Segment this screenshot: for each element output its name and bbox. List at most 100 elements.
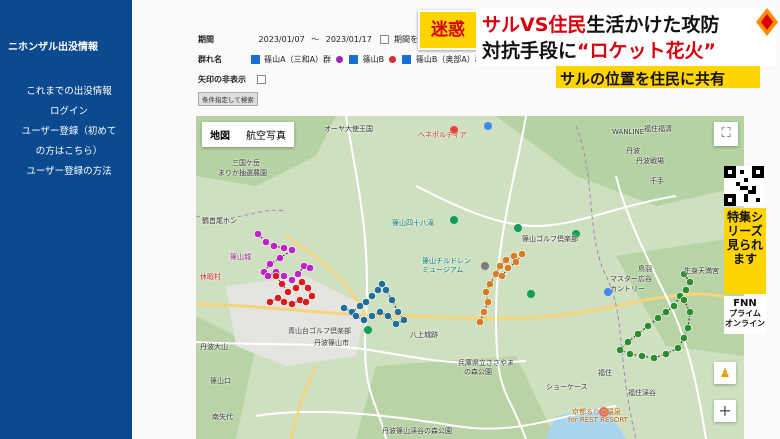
date-to-input[interactable]: 2023/01/17 bbox=[326, 35, 372, 44]
site-title: ニホンザル出没情報 bbox=[8, 42, 98, 53]
map-label: マスター広谷 bbox=[610, 275, 652, 283]
map-label: 福住渓谷 bbox=[628, 389, 656, 397]
sidebar-item-past-sightings[interactable]: これまでの出没情報 bbox=[6, 82, 132, 102]
sighting-marker bbox=[276, 254, 284, 262]
sighting-marker bbox=[362, 298, 370, 306]
map-label: 休暇村 bbox=[200, 273, 221, 281]
tab-satellite[interactable]: 航空写真 bbox=[238, 122, 294, 147]
tag-badge: 迷惑 bbox=[418, 10, 478, 50]
arrow-hide-checkbox[interactable] bbox=[256, 75, 266, 84]
zoom-in-button[interactable]: + bbox=[714, 400, 736, 422]
fnn-logo-line3: オンライン bbox=[725, 319, 765, 328]
map-label: 篠山城 bbox=[230, 253, 251, 261]
group-checkbox-a[interactable] bbox=[250, 55, 260, 64]
period-label: 期間 bbox=[198, 35, 214, 44]
sighting-marker bbox=[352, 312, 360, 320]
sighting-marker bbox=[482, 288, 490, 296]
sighting-marker bbox=[626, 350, 634, 358]
special-series-panel: 特集シリーズ 見られます bbox=[724, 208, 766, 294]
group-name-c: 篠山B（奥部A）群 bbox=[415, 55, 483, 64]
map-label: ミュージアム bbox=[422, 266, 464, 274]
map-label: 丹波戦場 bbox=[636, 157, 664, 165]
sighting-marker bbox=[280, 244, 288, 252]
sighting-marker bbox=[684, 324, 692, 332]
map-label: ショーケース bbox=[546, 383, 588, 391]
map-label: 生身天満宮 bbox=[684, 267, 719, 275]
map-label: 千手 bbox=[650, 177, 664, 185]
map-label: 鶴首尾ホン bbox=[202, 217, 237, 225]
sighting-marker bbox=[686, 278, 694, 286]
group-checkbox-b[interactable] bbox=[349, 55, 359, 64]
sighting-marker bbox=[368, 312, 376, 320]
sighting-marker bbox=[384, 312, 392, 320]
sighting-marker bbox=[254, 230, 262, 238]
sighting-marker bbox=[264, 272, 272, 280]
map-label: 南矢代 bbox=[212, 413, 233, 421]
qr-code-icon bbox=[724, 166, 764, 206]
sighting-marker bbox=[388, 296, 396, 304]
group-color-dot bbox=[335, 56, 343, 63]
sidebar-item-register[interactable]: ユーザー登録（初めて bbox=[6, 122, 132, 142]
special-series-text: 特集シリーズ bbox=[726, 210, 763, 238]
date-separator: 〜 bbox=[311, 35, 320, 44]
sighting-marker bbox=[368, 292, 376, 300]
tab-map[interactable]: 地図 bbox=[202, 122, 238, 147]
sighting-marker bbox=[270, 242, 278, 250]
sighting-marker bbox=[292, 284, 300, 292]
sighting-marker bbox=[680, 296, 688, 304]
map-label: 丹波 bbox=[626, 147, 640, 155]
period-checkbox[interactable] bbox=[380, 35, 390, 44]
group-name-a: 篠山A（三和A）群 bbox=[264, 55, 332, 64]
sighting-marker bbox=[480, 308, 488, 316]
map-panel[interactable]: 地図 航空写真 ⛶ ♟ + オーヤ大使王国 ヘネポルティア WANLINE 三国… bbox=[196, 116, 744, 439]
arrow-label: 矢印の非表示 bbox=[198, 75, 246, 84]
sighting-marker bbox=[308, 292, 316, 300]
map-label: 八上城跡 bbox=[410, 331, 438, 339]
map-label: ヘネポルティア bbox=[418, 131, 467, 139]
sidebar-item-register-howto[interactable]: ユーザー登録の方法 bbox=[6, 162, 132, 182]
date-from-input[interactable]: 2023/01/07 bbox=[259, 35, 305, 44]
sighting-marker bbox=[340, 304, 348, 312]
map-label: WANLINE bbox=[612, 128, 645, 136]
sighting-marker bbox=[360, 316, 368, 324]
sighting-marker bbox=[382, 286, 390, 294]
sighting-marker bbox=[484, 298, 492, 306]
map-label: 篠山ゴルフ倶楽部 bbox=[522, 235, 578, 243]
arrow-row: 矢印の非表示 bbox=[198, 74, 268, 85]
pegman-icon[interactable]: ♟ bbox=[714, 362, 736, 384]
sighting-marker bbox=[638, 352, 646, 360]
sidebar: ニホンザル出没情報 これまでの出没情報 ログイン ユーザー登録（初めて の方はこ… bbox=[0, 0, 132, 439]
sighting-marker bbox=[288, 300, 296, 308]
sighting-marker bbox=[394, 308, 402, 316]
sighting-marker bbox=[682, 286, 690, 294]
sighting-marker bbox=[272, 272, 280, 280]
map-label: 丹波大山 bbox=[200, 343, 228, 351]
sighting-marker bbox=[680, 334, 688, 342]
map-label: まりか抽選農園 bbox=[218, 169, 267, 177]
fullscreen-icon[interactable]: ⛶ bbox=[714, 122, 738, 146]
search-button[interactable]: 条件指定して検索 bbox=[198, 92, 258, 106]
sighting-marker bbox=[634, 330, 642, 338]
map-label: 青山台ゴルフ倶楽部 bbox=[288, 327, 351, 335]
sighting-marker bbox=[278, 280, 286, 288]
map-label: 福住 bbox=[598, 369, 612, 377]
map-label: 鳥羽 bbox=[638, 265, 652, 273]
fnn-logo-line1: FNN bbox=[733, 298, 757, 309]
group-checkbox-c[interactable] bbox=[402, 55, 412, 64]
sighting-marker bbox=[504, 264, 512, 272]
sighting-marker bbox=[654, 314, 662, 322]
sidebar-item-login[interactable]: ログイン bbox=[6, 102, 132, 122]
special-watch-text: 見られます bbox=[726, 238, 763, 266]
sighting-marker bbox=[512, 258, 520, 266]
sighting-marker bbox=[670, 302, 678, 310]
map-label: 篠山口 bbox=[210, 377, 231, 385]
sighting-marker bbox=[284, 288, 292, 296]
sidebar-item-register-cont[interactable]: の方はこちら） bbox=[6, 142, 132, 162]
fnn-logo: FNN プライム オンライン bbox=[724, 296, 766, 334]
fnn-logo-line2: プライム bbox=[729, 309, 761, 318]
sighting-marker bbox=[288, 246, 296, 254]
map-label: for REST RESORT bbox=[568, 416, 628, 424]
map-label: 篠山四十八滝 bbox=[392, 219, 434, 227]
sighting-marker bbox=[624, 338, 632, 346]
sidebar-nav: これまでの出没情報 ログイン ユーザー登録（初めて の方はこちら） ユーザー登録… bbox=[6, 82, 132, 182]
